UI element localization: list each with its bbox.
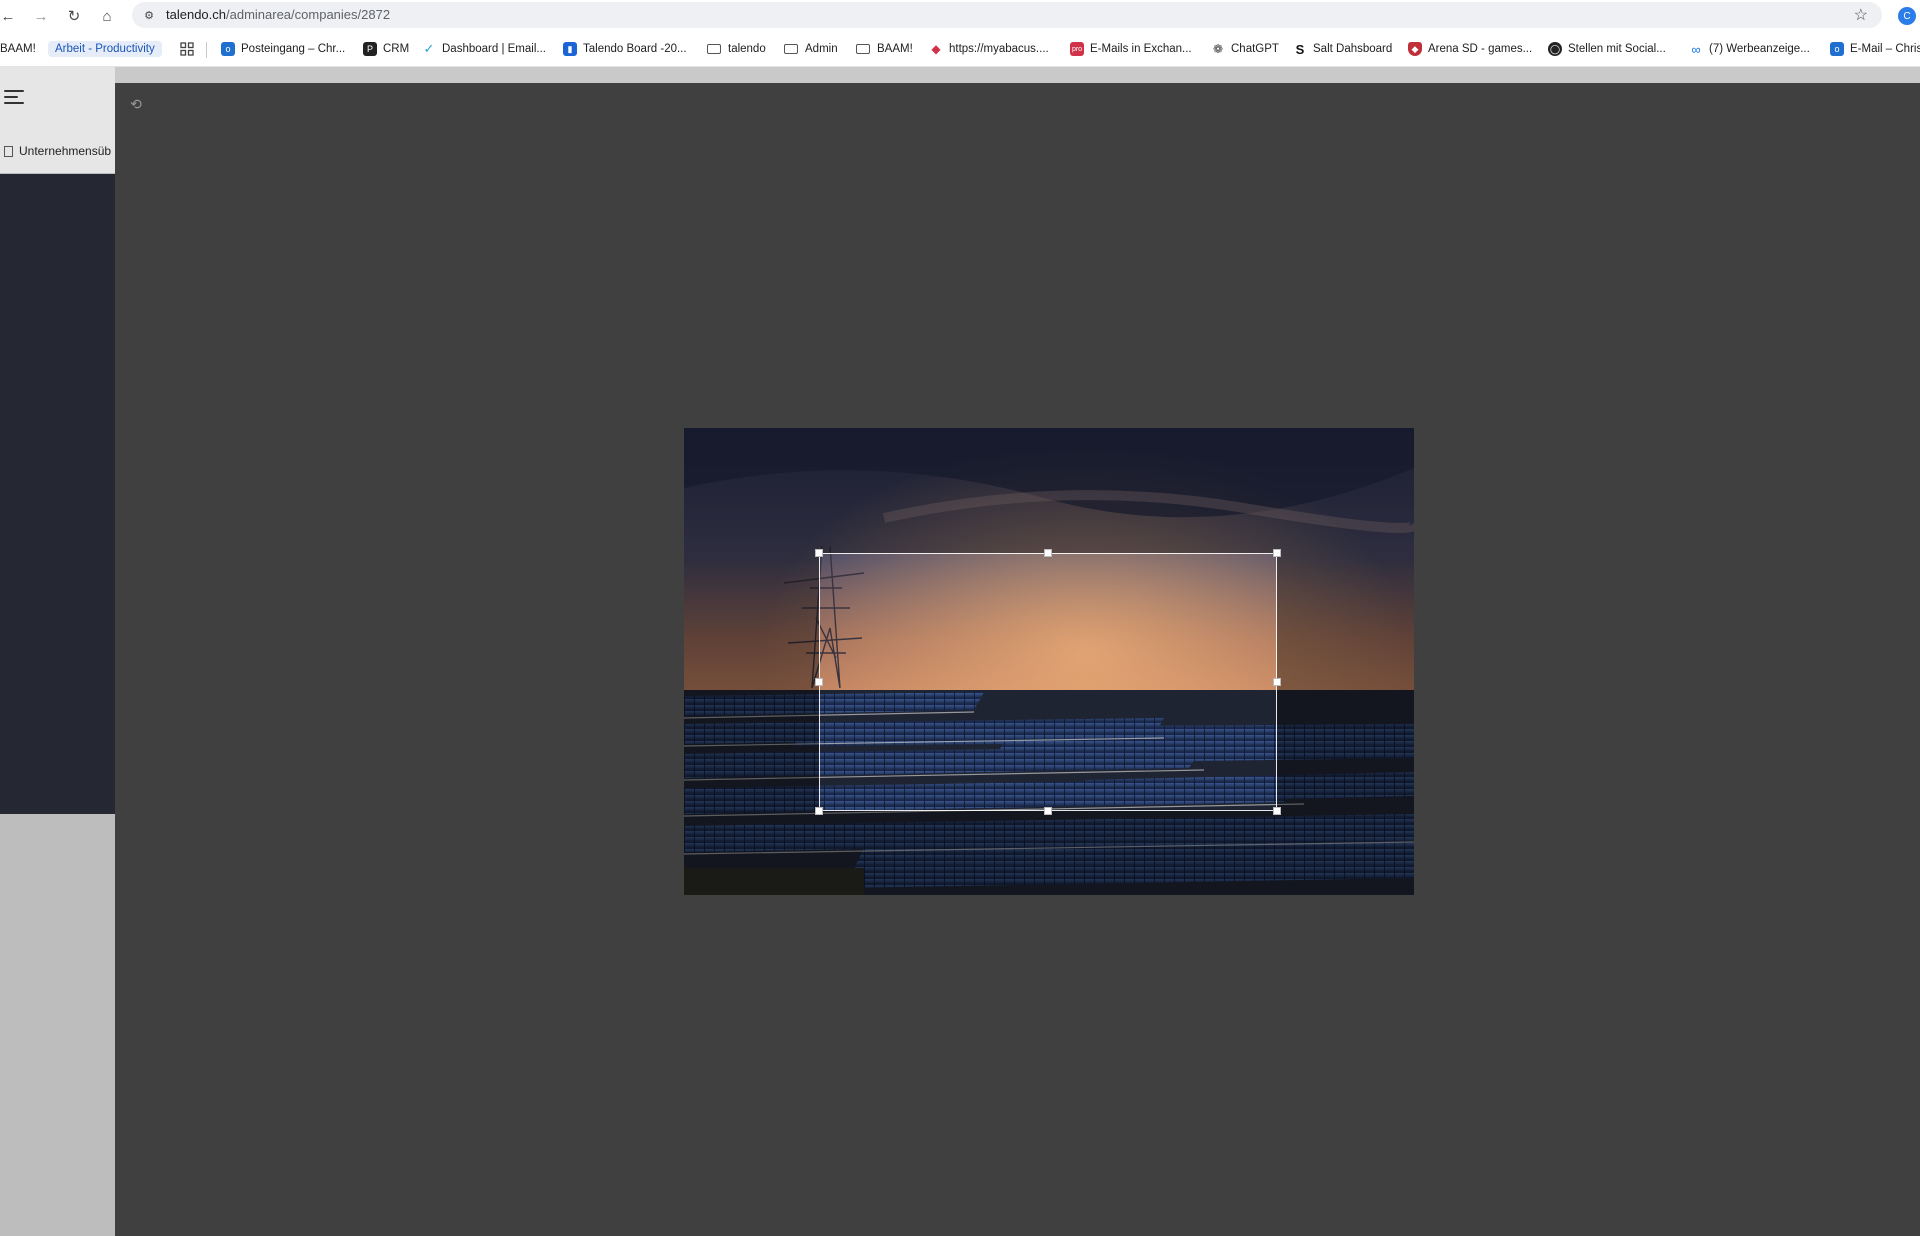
shield-badge-icon: ◆ (1408, 42, 1422, 56)
crop-handle-top[interactable] (1044, 549, 1052, 557)
crop-mask-top (684, 428, 1414, 553)
pro-logo-icon: pro (1070, 42, 1084, 56)
sidebar-nav (0, 174, 115, 814)
bookmark-label: CRM (383, 43, 410, 55)
chatgpt-icon: ❁ (1212, 42, 1224, 56)
bookmark-folder-baam[interactable]: BAAM! (856, 40, 913, 58)
bookmark-label: Talendo Board -20... (583, 43, 687, 55)
bookmark-stellen-social[interactable]: ◯ Stellen mit Social... (1548, 40, 1666, 58)
meta-icon: ∞ (1691, 41, 1701, 57)
bookmark-chatgpt[interactable]: ❁ ChatGPT (1211, 40, 1279, 58)
bookmark-label: Posteingang – Chr... (241, 43, 346, 55)
crop-handle-left[interactable] (815, 678, 823, 686)
crop-handle-top-right[interactable] (1273, 549, 1281, 557)
bookmark-crm[interactable]: P CRM (363, 40, 409, 58)
forward-arrow-icon[interactable]: → (30, 5, 52, 27)
bookmark-myabacus[interactable]: ◆ https://myabacus.... (929, 40, 1049, 58)
bookmark-label: Arena SD - games... (1428, 43, 1533, 55)
folder-icon (856, 44, 870, 54)
bookmark-email-chris[interactable]: o E-Mail – Chris (1830, 40, 1920, 58)
url-text[interactable]: talendo.ch/adminarea/companies/2872 (166, 7, 390, 22)
bookmark-label: Salt Dahsboard (1313, 43, 1393, 55)
bookmark-talendo-board[interactable]: ▮ Talendo Board -20... (563, 40, 687, 58)
bookmark-label: Admin (805, 43, 838, 55)
globe-icon: ◯ (1548, 42, 1562, 56)
history-reset-icon[interactable]: ⟲ (128, 96, 144, 112)
abacus-icon: ◆ (931, 42, 941, 56)
crop-handle-bottom[interactable] (1044, 807, 1052, 815)
bookmark-label: ChatGPT (1231, 43, 1279, 55)
crop-handle-bottom-left[interactable] (815, 807, 823, 815)
bookmark-salt-dashboard[interactable]: S Salt Dahsboard (1293, 40, 1393, 58)
sidebar-footer-area (0, 814, 115, 1236)
bookmark-posteingang[interactable]: o Posteingang – Chr... (221, 40, 345, 58)
hamburger-menu-icon[interactable] (4, 88, 26, 106)
outlook-icon: o (1830, 42, 1844, 56)
apps-grid-icon[interactable] (180, 40, 194, 58)
address-bar[interactable]: ⚙ talendo.ch/adminarea/companies/2872 ☆ (132, 2, 1882, 28)
bookmark-label: Arbeit - Productivity (48, 41, 162, 57)
bookmark-label: https://myabacus.... (949, 43, 1049, 55)
home-icon[interactable]: ⌂ (96, 5, 118, 27)
profile-avatar-icon[interactable]: C (1898, 7, 1916, 25)
crop-handle-right[interactable] (1273, 678, 1281, 686)
folder-icon (707, 44, 721, 54)
bookmark-folder-admin[interactable]: Admin (784, 40, 838, 58)
bookmark-label: E-Mail – Chris (1850, 43, 1920, 55)
bookmark-dashboard-email[interactable]: ✓ Dashboard | Email... (422, 40, 546, 58)
crop-mask-right (1277, 553, 1414, 811)
url-path: /adminarea/companies/2872 (226, 7, 391, 22)
salt-s-icon: S (1295, 41, 1305, 57)
bookmarks-bar: BAAM! Arbeit - Productivity o Posteingang… (0, 31, 1920, 67)
bookmark-emails-exchange[interactable]: pro E-Mails in Exchan... (1070, 40, 1192, 58)
bookmark-label: BAAM! (0, 43, 36, 55)
bookmark-star-icon[interactable]: ☆ (1854, 5, 1868, 25)
checkmark-icon: ✓ (423, 41, 435, 56)
site-settings-icon[interactable]: ⚙ (140, 6, 158, 24)
url-host: talendo.ch (166, 7, 226, 22)
outlook-icon: o (221, 42, 235, 56)
back-arrow-icon[interactable]: ← (0, 5, 19, 27)
bookmark-baam[interactable]: BAAM! (0, 40, 36, 58)
sidebar-item-unternehmensuebersicht[interactable]: Unternehmensüb (0, 138, 115, 164)
p-logo-icon: P (363, 42, 377, 56)
building-icon (4, 145, 13, 157)
crop-selection-box[interactable] (819, 553, 1277, 811)
bookmark-label: BAAM! (877, 43, 913, 55)
bookmark-label: Dashboard | Email... (442, 43, 546, 55)
bookmark-label: Stellen mit Social... (1568, 43, 1666, 55)
bookmark-separator (206, 42, 207, 58)
reload-icon[interactable]: ↻ (63, 5, 85, 27)
browser-toolbar: ← → ↻ ⌂ ⚙ talendo.ch/adminarea/companies… (0, 0, 1920, 31)
bookmark-label: E-Mails in Exchan... (1090, 43, 1192, 55)
folder-icon (784, 44, 798, 54)
sidebar-item-label: Unternehmensüb (19, 144, 112, 158)
page-top-strip (0, 67, 1920, 83)
bookmark-arena-sd[interactable]: ◆ Arena SD - games... (1408, 40, 1532, 58)
bookmark-arbeit-productivity[interactable]: Arbeit - Productivity (48, 40, 162, 58)
bookmark-folder-talendo[interactable]: talendo (707, 40, 766, 58)
crop-mask-bottom (684, 811, 1414, 895)
crop-handle-bottom-right[interactable] (1273, 807, 1281, 815)
crop-mask-left (684, 553, 819, 811)
bookmark-label: (7) Werbeanzeige... (1709, 43, 1810, 55)
crop-handle-top-left[interactable] (815, 549, 823, 557)
bookmark-werbeanzeige[interactable]: ∞ (7) Werbeanzeige... (1689, 40, 1810, 58)
trello-icon: ▮ (563, 42, 577, 56)
bookmark-label: talendo (728, 43, 766, 55)
